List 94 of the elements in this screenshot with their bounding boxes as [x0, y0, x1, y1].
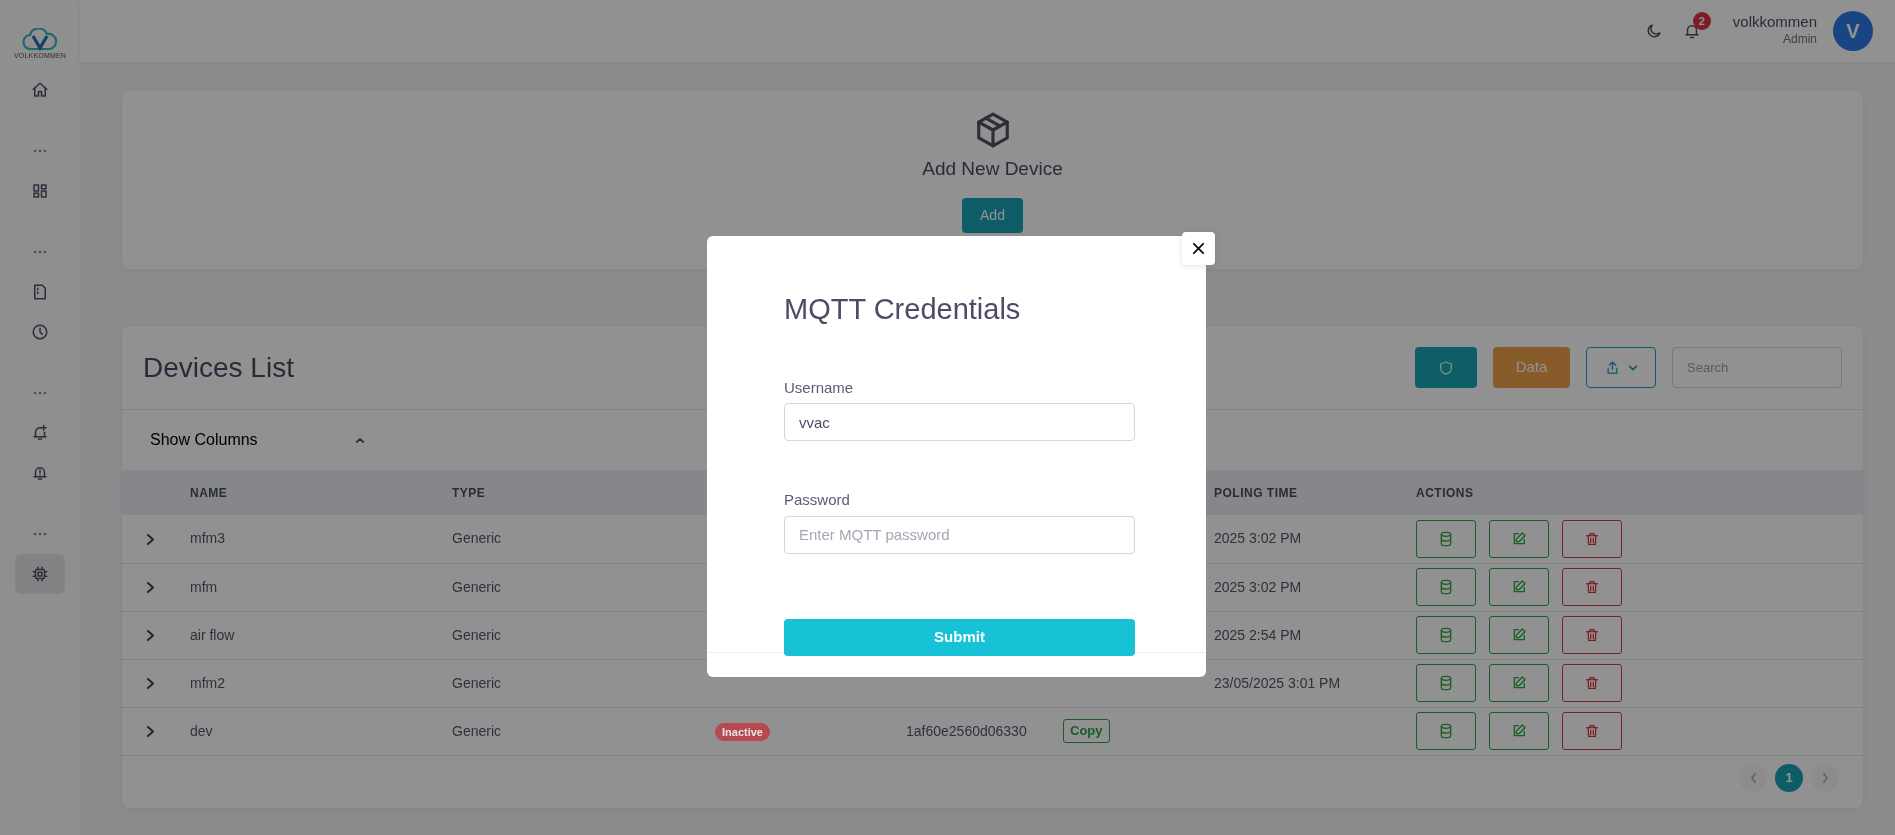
- edit-button[interactable]: [1489, 616, 1549, 654]
- edit-button[interactable]: [1489, 712, 1549, 750]
- device-name: dev: [190, 722, 213, 739]
- database-icon: [1438, 627, 1454, 643]
- device-type: Generic: [452, 530, 502, 547]
- caret-down-icon: [1627, 363, 1638, 372]
- delete-button[interactable]: [1562, 664, 1622, 702]
- device-type: Generic: [452, 674, 502, 691]
- trash-icon: [1584, 723, 1600, 739]
- trash-icon: [1584, 579, 1600, 595]
- device-name: mfm: [190, 578, 218, 595]
- polling-time: 2025 3:02 PM: [1214, 530, 1302, 547]
- bell-alert-icon: [31, 464, 49, 482]
- notification-badge: 2: [1692, 12, 1711, 30]
- polling-time: 2025 3:02 PM: [1214, 578, 1302, 595]
- chevron-right-icon: [145, 533, 155, 547]
- trash-icon: [1584, 675, 1600, 691]
- share-icon: [1604, 360, 1620, 375]
- device-type: Generic: [452, 722, 502, 739]
- edit-icon: [1511, 723, 1527, 739]
- data-button[interactable]: [1416, 519, 1476, 558]
- copy-button[interactable]: Copy: [1063, 719, 1110, 743]
- clock-icon: [31, 323, 49, 341]
- dashboard-icon: [31, 182, 49, 200]
- field-label: Password: [784, 490, 851, 511]
- database-icon: [1438, 723, 1454, 739]
- column-header: POLING TIME: [1214, 485, 1298, 500]
- sidebar-link[interactable]: [15, 554, 65, 594]
- delete-button[interactable]: [1562, 568, 1622, 606]
- polling-time: 2025 2:54 PM: [1214, 626, 1302, 643]
- page-button[interactable]: 1: [1775, 764, 1803, 792]
- add-device-title: Add New Device: [922, 157, 1063, 181]
- device-name: mfm3: [190, 530, 225, 547]
- polling-time: 23/05/2025 3:01 PM: [1214, 674, 1341, 691]
- data-button[interactable]: [1416, 616, 1476, 654]
- show-columns-toggle[interactable]: Show Columns: [150, 428, 365, 452]
- device-name: mfm2: [190, 674, 225, 691]
- delete-button[interactable]: [1562, 712, 1622, 750]
- bell-plus-icon: [31, 424, 49, 442]
- device-name: air flow: [190, 626, 235, 643]
- submit-button[interactable]: Submit: [784, 618, 1135, 656]
- column-header: NAME: [190, 485, 228, 500]
- shield-icon: [1438, 358, 1454, 377]
- add-button[interactable]: Add: [962, 197, 1023, 233]
- delete-button[interactable]: [1562, 616, 1622, 654]
- database-icon: [1438, 530, 1454, 547]
- edit-icon: [1511, 675, 1527, 691]
- user-role: Admin: [1783, 31, 1817, 49]
- export-button[interactable]: [1586, 347, 1656, 388]
- dots-icon: [33, 149, 47, 153]
- data-button[interactable]: [1416, 712, 1476, 750]
- edit-button[interactable]: [1489, 568, 1549, 606]
- close-button[interactable]: [1182, 232, 1215, 265]
- database-icon: [1438, 579, 1454, 595]
- column-header: TYPE: [452, 485, 486, 500]
- chip-icon: [31, 565, 49, 583]
- status-badge: Inactive: [715, 722, 770, 741]
- chevron-right-icon: [145, 725, 155, 739]
- data-button[interactable]: [1416, 568, 1476, 606]
- chevron-right-icon: [145, 581, 155, 595]
- data-button[interactable]: [1416, 664, 1476, 702]
- dots-icon: [33, 391, 47, 395]
- delete-button[interactable]: [1562, 519, 1622, 558]
- database-icon: [1438, 675, 1454, 691]
- devices-title: Devices List: [143, 350, 295, 385]
- chevron-right-icon: [145, 629, 155, 643]
- input-field[interactable]: vvac: [784, 403, 1135, 442]
- data-button[interactable]: Data: [1493, 347, 1570, 388]
- edit-button[interactable]: [1489, 664, 1549, 702]
- edit-icon: [1511, 579, 1527, 595]
- trash-icon: [1584, 530, 1600, 547]
- trash-icon: [1584, 627, 1600, 643]
- shield-button[interactable]: [1415, 347, 1477, 388]
- edit-icon: [1511, 627, 1527, 643]
- cloud-logo-icon: [22, 28, 58, 52]
- user-avatar[interactable]: V: [1833, 11, 1873, 51]
- edit-icon: [1511, 530, 1527, 547]
- dots-icon: [33, 532, 47, 536]
- caret-up-icon: [355, 436, 365, 444]
- input-field[interactable]: Enter MQTT password: [784, 515, 1135, 554]
- device-type: Generic: [452, 626, 502, 643]
- device-type: Generic: [452, 578, 502, 595]
- file-icon: [31, 283, 49, 301]
- dots-icon: [33, 250, 47, 254]
- chevron-right-icon: [145, 677, 155, 691]
- user-name: volkkommen: [1732, 13, 1817, 31]
- device-id: 1af60e2560d06330: [906, 722, 1027, 739]
- modal-title: MQTT Credentials: [784, 292, 1022, 327]
- column-header: ACTIONS: [1416, 485, 1474, 500]
- search-field[interactable]: Search: [1672, 347, 1842, 388]
- close-icon: [1192, 242, 1205, 255]
- edit-button[interactable]: [1489, 519, 1549, 558]
- home-icon: [31, 81, 49, 99]
- field-label: Username: [784, 377, 855, 398]
